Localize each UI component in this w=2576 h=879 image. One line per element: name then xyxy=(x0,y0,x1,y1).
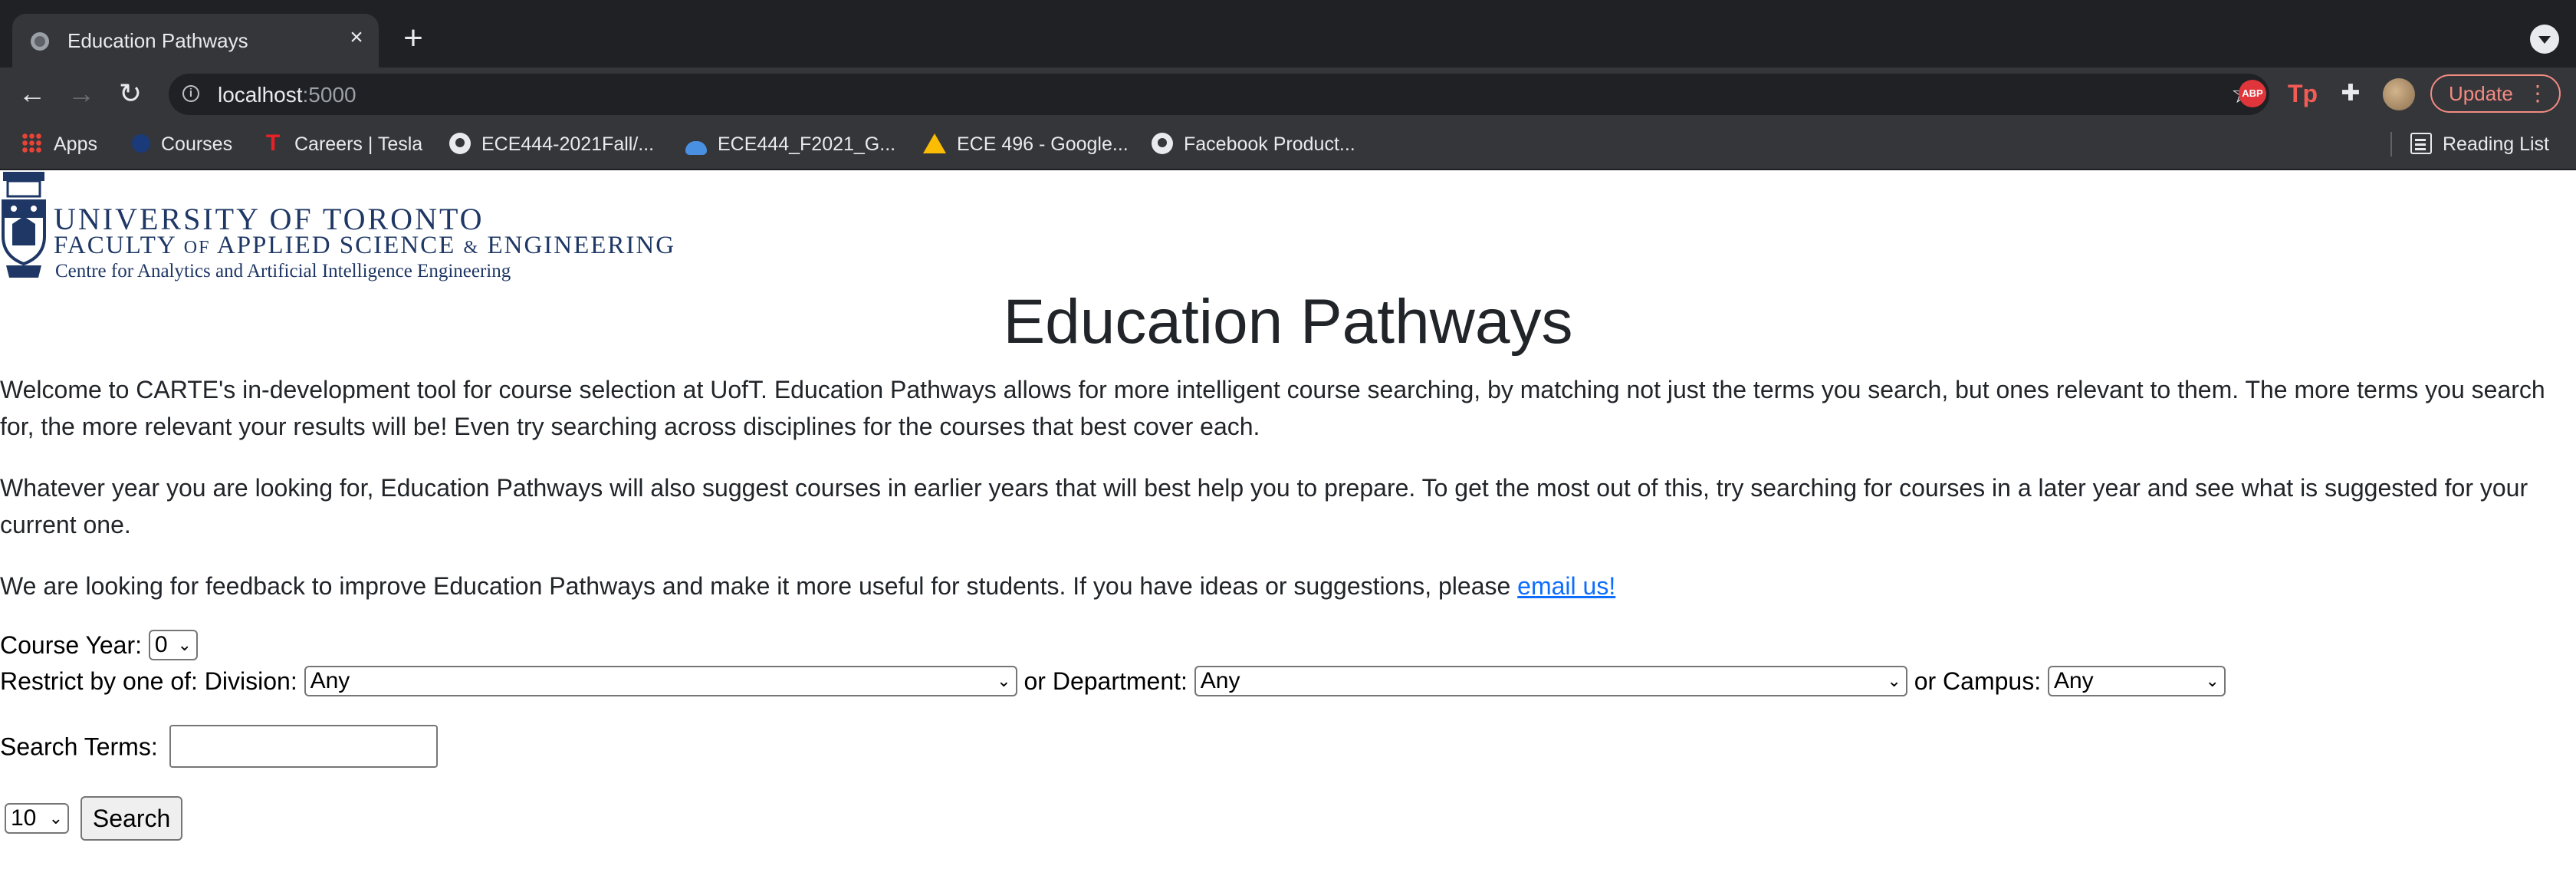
tab-search-icon[interactable] xyxy=(2530,25,2559,54)
profile-avatar[interactable] xyxy=(2383,78,2415,110)
department-select[interactable]: Any ⌄ xyxy=(1194,665,1907,696)
apps-grid-icon xyxy=(21,133,43,155)
extensions-puzzle-icon[interactable]: ✚ xyxy=(2337,80,2364,107)
uoft-logo[interactable]: UNIVERSITY OF TORONTO FACULTY OF APPLIED… xyxy=(0,170,674,285)
cloud-icon xyxy=(685,141,707,156)
more-menu-icon[interactable]: ⋮ xyxy=(2527,76,2548,111)
browser-tabstrip: Education Pathways × + xyxy=(0,0,2576,67)
reload-icon[interactable]: ↻ xyxy=(115,78,146,109)
department-label: or Department: xyxy=(1024,667,1188,695)
restrict-row: Restrict by one of: Division: Any ⌄ or De… xyxy=(0,663,2226,699)
bookmark-ece444-onedrive[interactable]: ECE444_F2021_G... xyxy=(685,130,895,158)
info-icon[interactable]: i xyxy=(182,85,199,102)
update-button[interactable]: Update ⋮ xyxy=(2430,74,2561,113)
centre-name: Centre for Analytics and Artificial Inte… xyxy=(55,261,511,281)
bookmark-courses[interactable]: Courses xyxy=(132,130,232,158)
new-tab-icon[interactable]: + xyxy=(397,21,429,55)
course-year-select[interactable]: 0 ⌄ xyxy=(148,629,198,660)
github-icon xyxy=(1152,133,1173,155)
search-terms-row: Search Terms: xyxy=(0,725,438,770)
faculty-name: FACULTY OF APPLIED SCIENCE & ENGINEERING xyxy=(54,232,676,259)
search-terms-input[interactable] xyxy=(169,725,438,768)
bookmarks-divider xyxy=(2390,132,2392,156)
browser-tab[interactable]: Education Pathways × xyxy=(12,14,379,67)
tesla-icon: T xyxy=(265,130,281,156)
search-terms-label: Search Terms: xyxy=(0,732,158,761)
browser-toolbar: ← → ↻ i localhost:5000 ☆ ABP Tp ✚ Update… xyxy=(0,67,2576,120)
address-bar[interactable]: i localhost:5000 ☆ xyxy=(169,74,2269,115)
adblock-extension-icon[interactable]: ABP xyxy=(2239,80,2266,107)
back-icon[interactable]: ← xyxy=(17,78,48,109)
globe-icon xyxy=(31,32,49,51)
chevron-down-icon: ⌄ xyxy=(177,634,192,654)
results-count-select[interactable]: 10 ⌄ xyxy=(5,803,69,834)
tp-extension-icon[interactable]: Tp xyxy=(2288,80,2318,107)
chevron-down-icon: ⌄ xyxy=(1887,670,1901,690)
bookmark-apps[interactable]: Apps xyxy=(21,130,97,158)
uoft-crest-icon xyxy=(2,172,46,278)
url-text[interactable]: localhost:5000 xyxy=(218,83,356,107)
github-icon xyxy=(449,133,471,155)
intro-paragraph: Welcome to CARTE's in-development tool f… xyxy=(0,376,2545,440)
course-year-label: Course Year: xyxy=(0,631,143,659)
university-name: UNIVERSITY OF TORONTO xyxy=(54,202,485,236)
year-paragraph: Whatever year you are looking for, Educa… xyxy=(0,474,2528,538)
campus-select[interactable]: Any ⌄ xyxy=(2047,665,2226,696)
chevron-down-icon: ⌄ xyxy=(997,670,1011,690)
google-drive-icon xyxy=(923,133,946,154)
campus-label: or Campus: xyxy=(1914,667,2042,695)
close-icon[interactable]: × xyxy=(345,26,368,49)
division-select[interactable]: Any ⌄ xyxy=(304,665,1017,696)
feedback-paragraph: We are looking for feedback to improve E… xyxy=(0,572,1616,600)
bookmark-careers-tesla[interactable]: T Careers | Tesla xyxy=(262,130,422,158)
chevron-down-icon: ⌄ xyxy=(48,808,63,828)
chevron-down-icon: ⌄ xyxy=(2205,670,2220,690)
reading-list-icon xyxy=(2410,133,2432,155)
page-content: UNIVERSITY OF TORONTO FACULTY OF APPLIED… xyxy=(0,170,2576,879)
bookmark-ece496-drive[interactable]: ECE 496 - Google... xyxy=(923,130,1129,158)
email-us-link[interactable]: email us! xyxy=(1517,572,1615,600)
submit-row: 10 ⌄ Search xyxy=(0,796,183,841)
reading-list-button[interactable]: Reading List xyxy=(2410,130,2549,158)
page-title: Education Pathways xyxy=(1003,287,1573,357)
forward-icon[interactable]: → xyxy=(66,78,97,109)
tab-title: Education Pathways xyxy=(67,29,248,52)
bookmark-ece444-github[interactable]: ECE444-2021Fall/... xyxy=(449,130,654,158)
bookmarks-bar: Apps Courses T Careers | Tesla ECE444-202… xyxy=(0,120,2576,170)
search-button[interactable]: Search xyxy=(80,796,183,841)
course-year-row: Course Year: 0 ⌄ xyxy=(0,627,198,663)
courses-icon xyxy=(132,134,150,153)
bookmark-facebook-product[interactable]: Facebook Product... xyxy=(1152,130,1355,158)
restrict-division-label: Restrict by one of: Division: xyxy=(0,667,297,695)
